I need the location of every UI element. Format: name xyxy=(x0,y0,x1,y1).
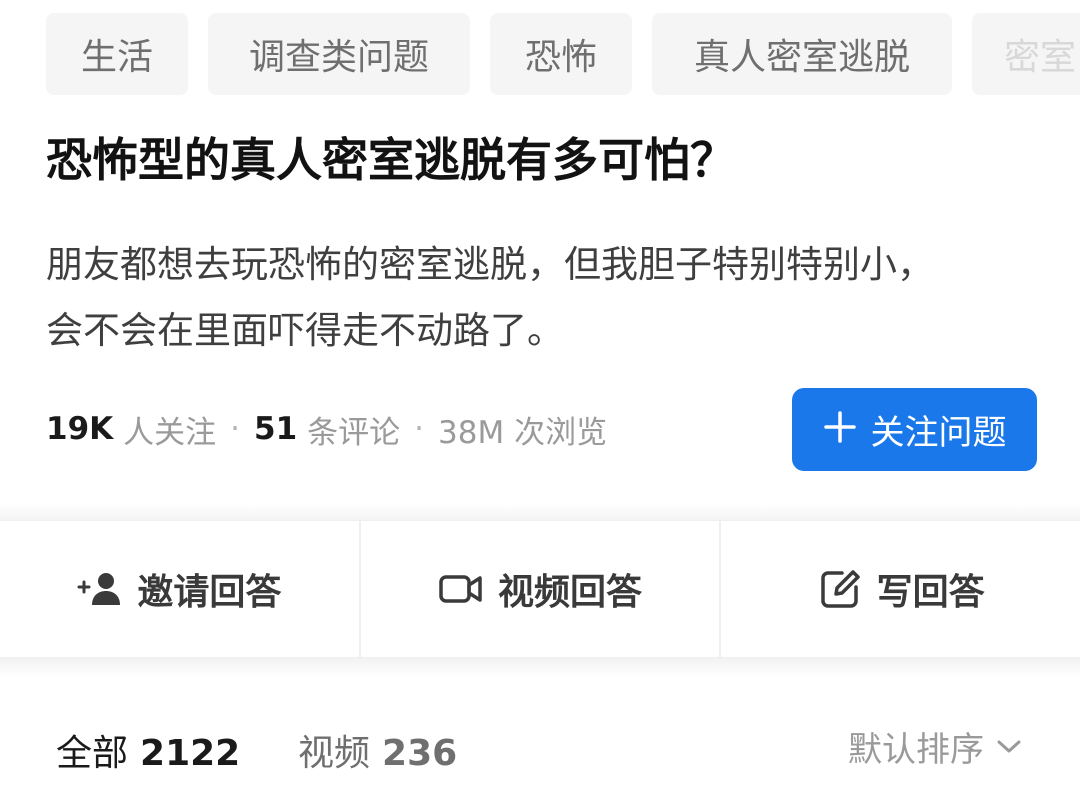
tag-item[interactable]: 生活 xyxy=(46,13,188,95)
invite-answer-label: 邀请回答 xyxy=(137,572,282,613)
followers-label: 人关注 xyxy=(123,414,217,451)
write-answer-label: 写回答 xyxy=(876,572,985,613)
tab-label: 全部 xyxy=(56,733,129,774)
topic-tags: 生活 调查类问题 恐怖 真人密室逃脱 密室 xyxy=(0,13,1080,95)
video-camera-icon xyxy=(438,566,484,612)
question-description[interactable]: 朋友都想去玩恐怖的密室逃脱，但我胆子特别特别小， 会不会在里面吓得走不动路了。 xyxy=(46,232,1046,364)
answers-tab-bar: 全部 2122 视频 236 默认排序 xyxy=(0,706,1080,786)
video-answer-button[interactable]: 视频回答 xyxy=(358,521,720,657)
follow-question-button[interactable]: 关注问题 xyxy=(792,388,1037,471)
tag-item[interactable]: 恐怖 xyxy=(490,13,632,95)
question-title: 恐怖型的真人密室逃脱有多可怕？ xyxy=(46,133,736,187)
sort-dropdown[interactable]: 默认排序 xyxy=(848,722,1022,771)
description-line: 朋友都想去玩恐怖的密室逃脱，但我胆子特别特别小， xyxy=(46,243,934,286)
followers-count: 19K xyxy=(46,411,114,447)
tab-count: 2122 xyxy=(140,733,241,774)
write-answer-button[interactable]: 写回答 xyxy=(719,521,1080,657)
plus-icon xyxy=(823,409,857,451)
question-page: 生活 调查类问题 恐怖 真人密室逃脱 密室 恐怖型的真人密室逃脱有多可怕？ 朋友… xyxy=(0,0,1080,791)
section-divider xyxy=(0,658,1080,678)
video-answer-label: 视频回答 xyxy=(498,572,643,613)
comments-count[interactable]: 51 xyxy=(254,411,297,447)
views-count: 38M 次浏览 xyxy=(438,414,608,451)
tab-count: 236 xyxy=(382,733,458,774)
edit-icon xyxy=(817,566,863,612)
sort-label: 默认排序 xyxy=(848,730,984,770)
section-divider xyxy=(0,504,1080,520)
follow-button-label: 关注问题 xyxy=(870,413,1007,453)
tag-item[interactable]: 调查类问题 xyxy=(208,13,470,95)
tab-all-answers[interactable]: 全部 2122 xyxy=(56,724,240,776)
tab-video-answers[interactable]: 视频 236 xyxy=(298,724,457,776)
stats-separator: · xyxy=(230,411,241,447)
chevron-down-icon xyxy=(996,739,1022,755)
tab-label: 视频 xyxy=(298,733,371,774)
invite-answer-button[interactable]: 邀请回答 xyxy=(0,521,359,657)
description-line: 会不会在里面吓得走不动路了。 xyxy=(46,309,564,352)
tag-item[interactable]: 密室 xyxy=(972,13,1080,95)
answer-actions-bar: 邀请回答 视频回答 写回答 xyxy=(0,520,1080,658)
invite-user-icon xyxy=(77,566,123,612)
comments-label[interactable]: 条评论 xyxy=(307,407,400,452)
stats-separator: · xyxy=(414,411,425,447)
tag-item[interactable]: 真人密室逃脱 xyxy=(652,13,952,95)
question-stats: 19K 人关注 · 51 条评论 · 38M 次浏览 xyxy=(46,404,607,454)
